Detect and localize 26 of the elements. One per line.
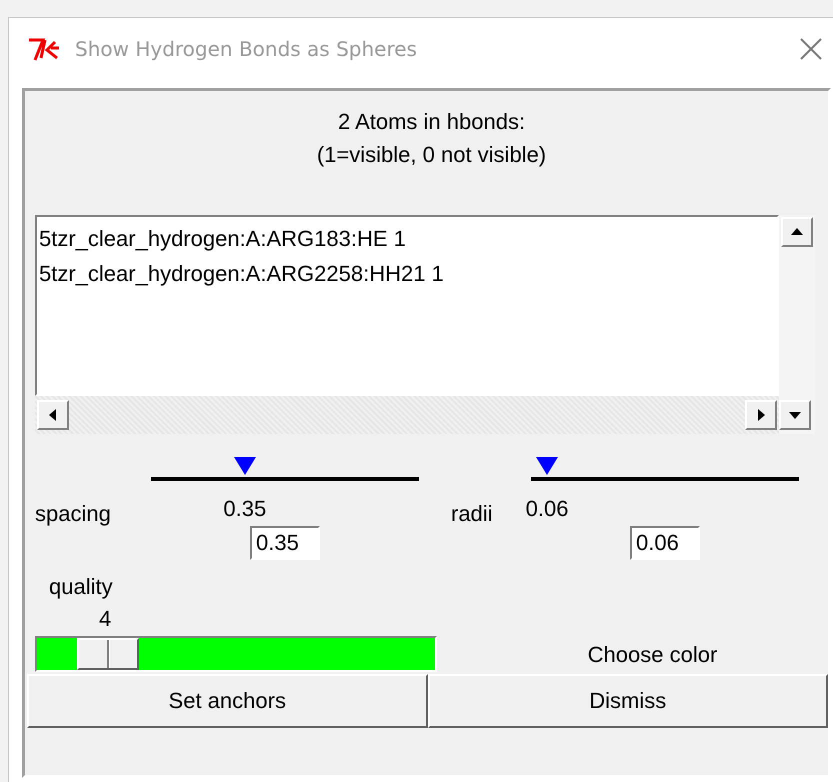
list-item[interactable]: 5tzr_clear_hydrogen:A:ARG183:HE 1 xyxy=(39,221,406,256)
scroll-up-icon[interactable] xyxy=(781,217,813,247)
choose-color-button[interactable]: Choose color xyxy=(588,642,718,672)
action-button[interactable]: Set anchors xyxy=(27,674,428,728)
scroll-right-icon[interactable] xyxy=(745,400,777,430)
action-button[interactable]: Dismiss xyxy=(428,674,828,728)
atom-list[interactable]: 5tzr_clear_hydrogen:A:ARG183:HE 1 5tzr_clear_hydrogen:A:ARG2258:HH21 1 xyxy=(35,215,779,396)
value-field[interactable]: 0.35 xyxy=(250,526,320,560)
quality-label: quality xyxy=(49,574,113,600)
close-icon[interactable] xyxy=(799,37,823,61)
slider-reading: 0.06 xyxy=(526,496,568,522)
header-text: (1=visible, 0 not visible) xyxy=(316,141,546,169)
quality-slider[interactable] xyxy=(35,636,437,672)
scroll-left-icon[interactable] xyxy=(37,400,69,430)
slider-reading: 0.35 xyxy=(223,496,266,522)
slider-thumb[interactable] xyxy=(234,457,256,475)
quality-reading: 4 xyxy=(99,606,112,632)
header-text: 2 Atoms in hbonds: xyxy=(338,108,526,136)
scroll-down-icon[interactable] xyxy=(779,400,811,430)
list-item[interactable]: 5tzr_clear_hydrogen:A:ARG2258:HH21 1 xyxy=(39,256,444,291)
scale-label: spacing xyxy=(35,500,112,527)
slider-thumb[interactable] xyxy=(77,638,140,670)
value-field[interactable]: 0.06 xyxy=(630,526,700,560)
window-title: Show Hydrogen Bonds as Spheres xyxy=(75,37,418,61)
scale-label: radii xyxy=(451,500,494,527)
slider-thumb[interactable] xyxy=(536,457,558,475)
